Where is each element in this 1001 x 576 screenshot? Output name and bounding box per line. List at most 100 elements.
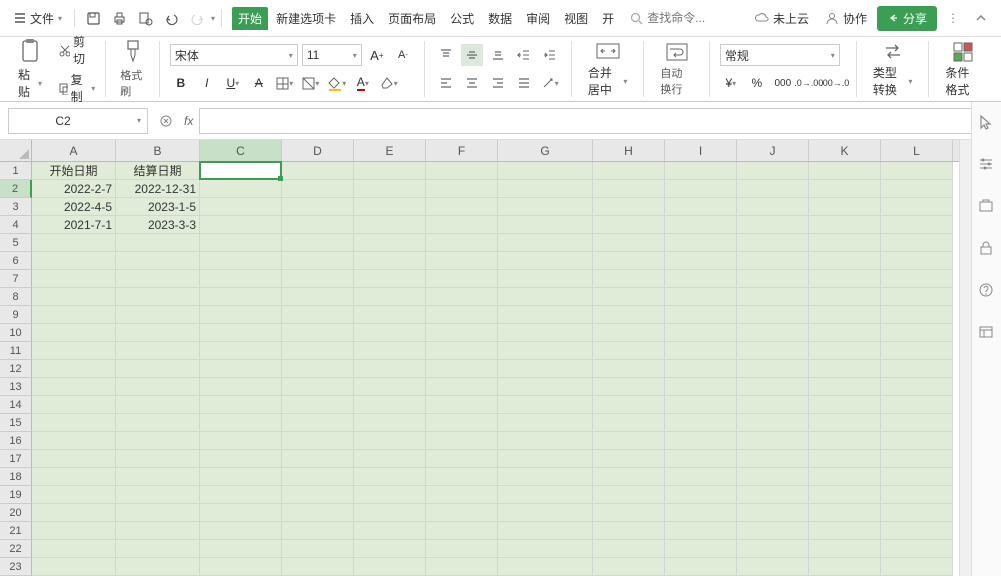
cell[interactable]: 结算日期 xyxy=(116,162,200,180)
cell[interactable] xyxy=(116,378,200,396)
name-box[interactable]: C2 ▾ xyxy=(8,108,148,134)
row-header[interactable]: 8 xyxy=(0,288,32,306)
cell[interactable] xyxy=(426,504,498,522)
cell[interactable] xyxy=(593,468,665,486)
cell[interactable] xyxy=(354,540,426,558)
cell[interactable] xyxy=(282,468,354,486)
cell[interactable] xyxy=(426,540,498,558)
cell[interactable] xyxy=(809,198,881,216)
cell[interactable] xyxy=(498,288,593,306)
row-header[interactable]: 21 xyxy=(0,522,32,540)
row-header[interactable]: 18 xyxy=(0,468,32,486)
cell[interactable]: 2023-3-3 xyxy=(116,216,200,234)
cell[interactable] xyxy=(665,432,737,450)
cell[interactable] xyxy=(282,306,354,324)
cell[interactable] xyxy=(354,468,426,486)
cursor-mode-icon[interactable] xyxy=(978,114,996,132)
row-header[interactable]: 1 xyxy=(0,162,32,180)
cell[interactable] xyxy=(282,270,354,288)
grow-font-button[interactable]: A+ xyxy=(366,44,388,66)
cell[interactable] xyxy=(498,414,593,432)
cell[interactable] xyxy=(426,432,498,450)
cell[interactable] xyxy=(32,396,116,414)
col-header-H[interactable]: H xyxy=(593,140,665,161)
cell[interactable] xyxy=(200,540,282,558)
cell[interactable] xyxy=(354,378,426,396)
cell[interactable] xyxy=(116,234,200,252)
cell[interactable] xyxy=(881,216,953,234)
cell[interactable] xyxy=(200,450,282,468)
cell[interactable] xyxy=(593,288,665,306)
col-header-I[interactable]: I xyxy=(665,140,737,161)
cell[interactable] xyxy=(809,342,881,360)
cell[interactable] xyxy=(282,288,354,306)
cell[interactable] xyxy=(737,522,809,540)
cell[interactable] xyxy=(665,558,737,576)
cell[interactable] xyxy=(737,252,809,270)
cell[interactable] xyxy=(498,342,593,360)
strikethrough-button[interactable]: A xyxy=(248,72,270,94)
cell[interactable] xyxy=(116,504,200,522)
cell[interactable] xyxy=(32,342,116,360)
cut-button[interactable]: 剪切 xyxy=(58,33,95,67)
cell[interactable] xyxy=(282,252,354,270)
row-header[interactable]: 9 xyxy=(0,306,32,324)
cell[interactable] xyxy=(665,396,737,414)
cell[interactable] xyxy=(737,540,809,558)
cell[interactable] xyxy=(282,450,354,468)
cell[interactable] xyxy=(737,450,809,468)
cell[interactable] xyxy=(116,396,200,414)
cell[interactable] xyxy=(200,198,282,216)
cell[interactable] xyxy=(498,378,593,396)
cell[interactable] xyxy=(593,504,665,522)
row-header[interactable]: 3 xyxy=(0,198,32,216)
cell[interactable] xyxy=(809,270,881,288)
cell[interactable] xyxy=(426,252,498,270)
cell[interactable] xyxy=(498,162,593,180)
cell[interactable] xyxy=(200,522,282,540)
cell[interactable] xyxy=(200,306,282,324)
cell[interactable] xyxy=(593,414,665,432)
cell[interactable] xyxy=(737,378,809,396)
cell[interactable] xyxy=(737,324,809,342)
cell[interactable] xyxy=(498,234,593,252)
type-convert-button[interactable]: 类型转换▾ xyxy=(867,40,919,98)
cell[interactable] xyxy=(809,180,881,198)
cell[interactable] xyxy=(354,198,426,216)
cell[interactable] xyxy=(282,162,354,180)
cell[interactable] xyxy=(593,252,665,270)
cell[interactable] xyxy=(593,450,665,468)
cell[interactable] xyxy=(881,414,953,432)
cell[interactable] xyxy=(593,522,665,540)
copy-button[interactable]: 复制▾ xyxy=(58,71,95,105)
cell[interactable] xyxy=(32,360,116,378)
cell[interactable]: 2022-12-31 xyxy=(116,180,200,198)
help-icon[interactable] xyxy=(978,282,996,300)
tab-dev[interactable]: 开 xyxy=(596,7,620,30)
cell[interactable] xyxy=(282,198,354,216)
cell[interactable] xyxy=(200,216,282,234)
row-header[interactable]: 4 xyxy=(0,216,32,234)
cell[interactable] xyxy=(200,396,282,414)
cell[interactable] xyxy=(809,522,881,540)
cell[interactable] xyxy=(282,486,354,504)
cell[interactable] xyxy=(200,342,282,360)
row-header[interactable]: 19 xyxy=(0,486,32,504)
tab-insert[interactable]: 插入 xyxy=(344,7,380,30)
row-header[interactable]: 5 xyxy=(0,234,32,252)
collab-button[interactable]: 协作 xyxy=(819,8,873,29)
cell[interactable] xyxy=(354,450,426,468)
cell[interactable] xyxy=(881,378,953,396)
cell[interactable] xyxy=(354,414,426,432)
collapse-ribbon-button[interactable] xyxy=(969,6,993,30)
cell[interactable] xyxy=(737,288,809,306)
justify-button[interactable] xyxy=(513,72,535,94)
cell[interactable] xyxy=(593,324,665,342)
cell[interactable] xyxy=(809,306,881,324)
col-header-A[interactable]: A xyxy=(32,140,116,161)
cell[interactable] xyxy=(32,306,116,324)
cell[interactable] xyxy=(881,342,953,360)
cell[interactable]: 2021-7-1 xyxy=(32,216,116,234)
backup-icon[interactable] xyxy=(978,198,996,216)
cell[interactable] xyxy=(881,540,953,558)
